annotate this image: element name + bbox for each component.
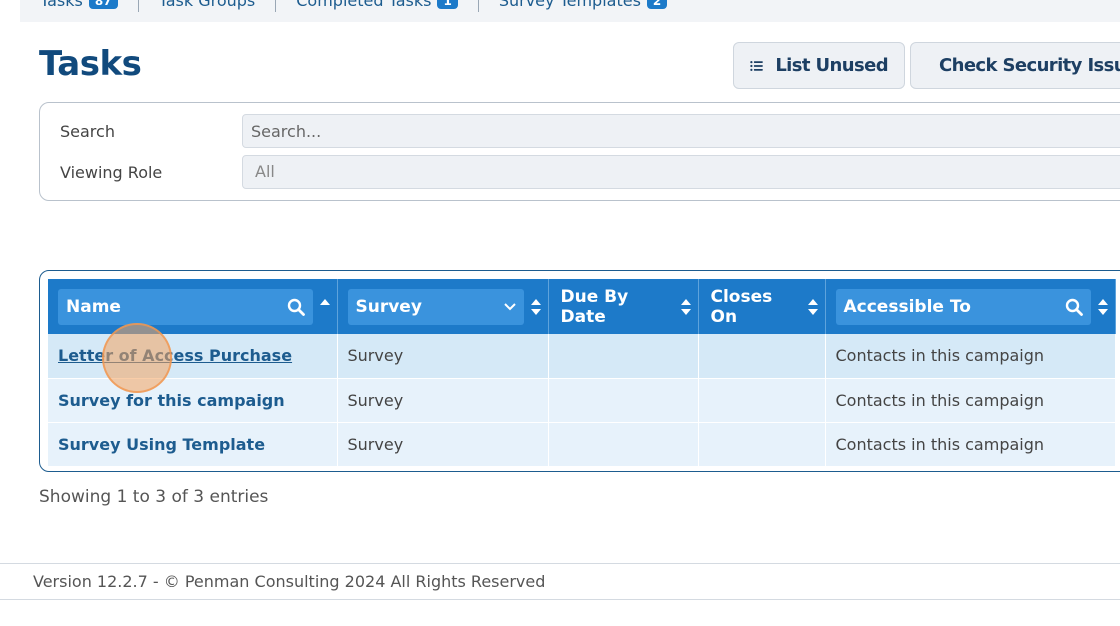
tab-tasks-badge: 87	[88, 0, 118, 9]
name-filter-field[interactable]: Name	[58, 288, 313, 325]
cell-survey: Survey	[337, 421, 549, 466]
cell-accessible: Contacts in this campaign	[825, 421, 1116, 466]
tab-divider	[477, 0, 479, 12]
tab-survey-templates-badge: 2	[646, 0, 668, 9]
tab-task-groups-label: Task Groups	[158, 0, 256, 10]
check-security-label: Check Security Issue	[939, 55, 1120, 76]
cell-name: Letter of Access Purchase	[48, 334, 338, 378]
chevron-down-icon	[503, 302, 516, 310]
viewing-role-label: Viewing Role	[60, 163, 163, 182]
tab-tasks-label: Tasks	[40, 0, 83, 10]
accessible-filter-field[interactable]: Accessible To	[835, 288, 1091, 325]
column-survey[interactable]: Survey	[337, 279, 549, 334]
viewing-role-value: All	[255, 162, 275, 181]
column-closes-label: Closes On	[710, 286, 773, 327]
footer-text: Version 12.2.7 - © Penman Consulting 202…	[33, 572, 546, 591]
cell-closes	[698, 334, 826, 378]
search-label: Search	[60, 122, 115, 141]
tab-tasks[interactable]: Tasks 87	[40, 0, 138, 18]
cell-name: Survey for this campaign	[48, 377, 338, 422]
list-unused-label: List Unused	[775, 55, 888, 76]
tab-task-groups[interactable]: Task Groups	[159, 0, 276, 18]
viewing-role-select[interactable]: All	[242, 155, 1120, 189]
search-icon[interactable]	[1065, 298, 1083, 316]
search-icon[interactable]	[287, 298, 305, 316]
column-due-by-date[interactable]: Due By Date	[548, 279, 699, 334]
tasks-table: Name Survey Due By Date Closes On Access…	[48, 279, 1116, 466]
task-link[interactable]: Survey for this campaign	[58, 391, 285, 410]
table-header-row: Name Survey Due By Date Closes On Access…	[48, 279, 1116, 334]
cell-due	[548, 377, 699, 422]
cell-due	[548, 421, 699, 466]
table-row: Survey Using Template Survey Contacts in…	[48, 421, 1116, 466]
column-due-label: Due By Date	[560, 286, 629, 327]
task-link[interactable]: Survey Using Template	[58, 435, 265, 454]
task-link[interactable]: Letter of Access Purchase	[58, 346, 292, 365]
check-security-issues-button[interactable]: Check Security Issue	[910, 42, 1120, 89]
filter-panel: Search Viewing Role All	[39, 102, 1120, 201]
cell-accessible: Contacts in this campaign	[825, 334, 1116, 378]
cell-due	[548, 334, 699, 378]
click-indicator	[102, 323, 172, 393]
footer: Version 12.2.7 - © Penman Consulting 202…	[0, 563, 1120, 600]
top-tab-strip: Tasks 87 Task Groups Completed Tasks 1 S…	[20, 0, 1120, 22]
list-unused-button[interactable]: List Unused	[733, 42, 905, 89]
tab-survey-templates-label: Survey Templates	[498, 0, 641, 10]
column-accessible-to[interactable]: Accessible To	[825, 279, 1116, 334]
tab-survey-templates[interactable]: Survey Templates 2	[499, 0, 687, 18]
sort-icon[interactable]	[807, 298, 819, 316]
tab-completed-tasks[interactable]: Completed Tasks 1	[296, 0, 478, 18]
tab-divider	[275, 0, 277, 12]
column-accessible-label: Accessible To	[843, 296, 971, 317]
column-name-label: Name	[66, 296, 121, 317]
page-title: Tasks	[39, 44, 142, 84]
list-icon	[750, 60, 763, 71]
sort-icon[interactable]	[530, 298, 542, 316]
cell-survey: Survey	[337, 334, 549, 378]
survey-filter-select[interactable]: Survey	[347, 288, 524, 325]
sort-icon[interactable]	[680, 298, 692, 316]
cell-survey: Survey	[337, 377, 549, 422]
search-input[interactable]	[242, 114, 1120, 148]
tab-completed-tasks-label: Completed Tasks	[296, 0, 432, 10]
tab-divider	[137, 0, 139, 12]
column-name[interactable]: Name	[48, 279, 338, 334]
table-row: Survey for this campaign Survey Contacts…	[48, 377, 1116, 422]
tab-completed-tasks-badge: 1	[437, 0, 458, 9]
cell-name: Survey Using Template	[48, 421, 338, 466]
cell-closes	[698, 421, 826, 466]
column-survey-label: Survey	[355, 296, 422, 317]
sort-icon[interactable]	[1097, 298, 1109, 316]
table-row: Letter of Access Purchase Survey Contact…	[48, 334, 1116, 378]
cell-closes	[698, 377, 826, 422]
cell-accessible: Contacts in this campaign	[825, 377, 1116, 422]
tasks-table-container: Name Survey Due By Date Closes On Access…	[39, 270, 1120, 472]
column-closes-on[interactable]: Closes On	[698, 279, 826, 334]
table-info: Showing 1 to 3 of 3 entries	[39, 487, 269, 507]
sort-asc-icon[interactable]	[319, 298, 331, 316]
